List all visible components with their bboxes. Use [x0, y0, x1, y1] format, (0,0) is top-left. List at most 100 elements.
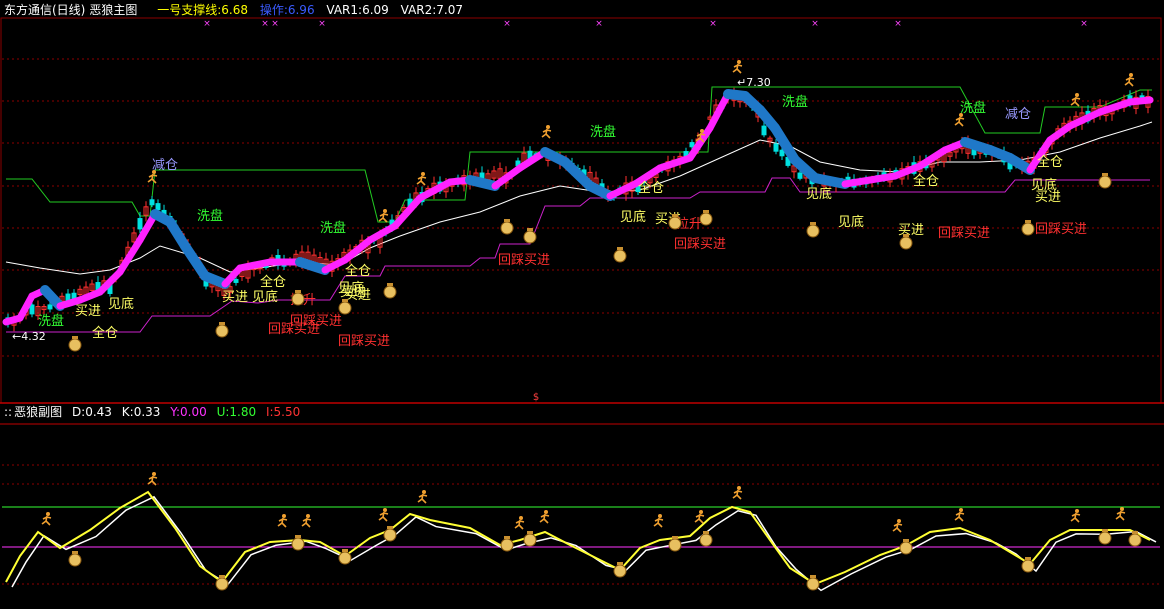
money-bag-icon	[500, 221, 514, 235]
money-bag-icon	[699, 212, 713, 226]
runner-icon	[1075, 93, 1079, 97]
money-bag-icon-knot	[903, 539, 909, 542]
signal-label: 见底	[806, 186, 832, 202]
candlestick	[233, 278, 239, 283]
runner-icon-body	[892, 522, 903, 533]
money-bag-icon-knot	[617, 247, 623, 250]
lower-channel-line	[6, 177, 1150, 333]
operate-ribbon	[1096, 98, 1134, 116]
signal-label: 回踩买进	[338, 334, 390, 349]
money-bag-icon	[1021, 559, 1035, 573]
money-bag-icon-knot	[504, 219, 510, 222]
money-bag-icon	[291, 537, 305, 551]
money-bag-icon	[291, 292, 305, 306]
candlestick	[137, 218, 143, 230]
signal-label: 买进	[75, 304, 101, 319]
money-bag-icon	[613, 249, 627, 263]
runner-icon	[699, 510, 703, 514]
money-bag-icon-knot	[342, 299, 348, 302]
money-bag-icon-knot	[72, 551, 78, 554]
money-bag-icon-knot	[703, 210, 709, 213]
candlestick	[29, 304, 35, 315]
runner-icon-body	[954, 511, 965, 522]
runner-icon-body	[41, 515, 52, 526]
money-bag-icon	[899, 541, 913, 555]
money-bag-icon-knot	[903, 234, 909, 237]
operate-ribbon	[116, 236, 144, 276]
operate-ribbon	[1046, 122, 1074, 144]
money-bag-icon	[215, 577, 229, 591]
runner-icon-body	[147, 173, 158, 184]
runner-icon	[737, 486, 741, 490]
runner-icon	[46, 512, 50, 516]
runner-icon	[1120, 507, 1124, 511]
money-bag-icon-knot	[1102, 529, 1108, 532]
money-bag-icon-knot	[810, 575, 816, 578]
signal-label: 全仓	[345, 263, 371, 279]
k-line	[11, 495, 1157, 592]
money-bag-icon-knot	[1025, 557, 1031, 560]
signal-label: 全仓	[92, 325, 118, 341]
money-bag-icon	[699, 533, 713, 547]
operate-ribbon	[656, 154, 694, 172]
candlestick	[779, 149, 785, 157]
runner-icon-body	[539, 513, 550, 524]
signal-label: 减仓	[1005, 107, 1031, 122]
signal-label: 减仓	[152, 158, 178, 173]
runner-icon	[383, 209, 387, 213]
signal-label: 买进	[222, 290, 248, 305]
runner-icon-body	[653, 517, 664, 528]
money-bag-icon	[383, 528, 397, 542]
runner-icon	[383, 508, 387, 512]
top-cross-marker: ×	[503, 19, 511, 29]
runner-icon-body	[277, 517, 288, 528]
runner-icon	[422, 490, 426, 494]
runner-icon-body	[732, 489, 743, 500]
signal-label: 见底	[620, 209, 646, 225]
signal-label: 回踩买进	[290, 314, 342, 329]
money-bag-icon	[1128, 533, 1142, 547]
runner-icon-body	[417, 493, 428, 504]
candlestick	[797, 172, 803, 179]
runner-icon	[421, 172, 425, 176]
runner-icon	[152, 170, 156, 174]
money-bag-icon	[338, 301, 352, 315]
runner-icon	[306, 514, 310, 518]
runner-icon	[152, 472, 156, 476]
top-cross-marker: ×	[1080, 19, 1088, 29]
money-bag-icon	[523, 230, 537, 244]
signal-label: 洗盘	[960, 100, 986, 116]
high-price-label: ↵7.30	[737, 76, 771, 89]
money-bag-icon-knot	[295, 535, 301, 538]
money-bag-icon-knot	[1102, 173, 1108, 176]
operate-ribbon	[465, 175, 500, 191]
money-bag-icon-knot	[810, 222, 816, 225]
money-bag-icon	[68, 338, 82, 352]
runner-icon-body	[541, 128, 552, 139]
signal-label: 洗盘	[782, 94, 808, 110]
runner-icon-body	[416, 175, 427, 186]
money-bag-icon	[899, 236, 913, 250]
money-bag-icon	[383, 285, 397, 299]
money-bag-icon-knot	[219, 575, 225, 578]
runner-icon	[700, 129, 704, 133]
top-cross-marker: ×	[261, 19, 269, 29]
signal-label: 回踩买进	[938, 226, 990, 241]
money-bag-icon	[1021, 222, 1035, 236]
dollar-marker: $	[533, 392, 539, 403]
money-bag-icon	[668, 216, 682, 230]
money-bag-icon-knot	[1132, 531, 1138, 534]
signal-label: 全仓	[1037, 154, 1063, 170]
signal-label: 回踩买进	[1035, 222, 1087, 237]
candlestick	[773, 143, 779, 152]
operate-ribbon	[866, 172, 899, 184]
runner-icon	[1129, 73, 1133, 77]
signal-label: 洗盘	[197, 208, 223, 224]
operate-ribbon	[810, 173, 850, 189]
runner-icon	[959, 113, 963, 117]
money-bag-icon	[1098, 531, 1112, 545]
signal-label: 全仓	[638, 180, 664, 196]
money-bag-icon	[215, 324, 229, 338]
runner-icon-body	[378, 212, 389, 223]
top-cross-marker: ×	[318, 19, 326, 29]
